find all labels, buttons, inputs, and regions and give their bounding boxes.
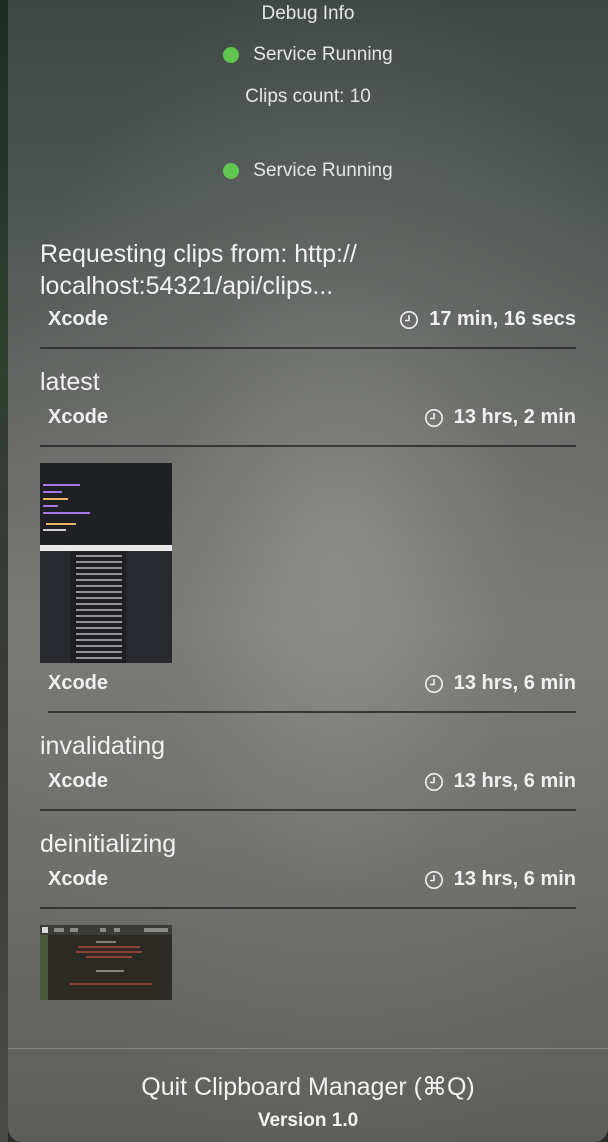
clip-age: 13 hrs, 6 min — [424, 770, 576, 793]
status-dot-icon — [223, 163, 240, 179]
clock-icon — [424, 674, 443, 693]
clip-age-label: 13 hrs, 6 min — [453, 672, 576, 694]
divider — [48, 711, 576, 713]
divider — [40, 445, 576, 447]
quit-button[interactable]: Quit Clipboard Manager (⌘Q) — [8, 1072, 608, 1102]
terminal-screenshot-image — [40, 925, 172, 1000]
version-label: Version 1.0 — [257, 1110, 359, 1131]
clip-age-label: 13 hrs, 6 min — [453, 868, 576, 890]
clip-item-meta: Xcode 13 hrs, 6 min — [48, 770, 576, 793]
clip-image-thumbnail[interactable] — [40, 925, 172, 1000]
divider — [40, 809, 576, 811]
service-status-label: Service Running — [253, 44, 393, 65]
clip-item-meta: Xcode 17 min, 16 secs — [48, 308, 576, 331]
desktop-background-edge — [0, 0, 8, 1142]
service-status-label-2: Service Running — [253, 160, 393, 181]
clock-icon — [424, 772, 443, 791]
clip-image-thumbnail[interactable] — [40, 463, 172, 663]
clock-icon — [424, 408, 443, 427]
divider — [40, 907, 576, 909]
clip-age-label: 17 min, 16 secs — [429, 308, 576, 330]
clip-source-app: Xcode — [48, 770, 109, 792]
clip-source-app: Xcode — [48, 308, 109, 330]
clip-age: 13 hrs, 6 min — [424, 868, 576, 891]
code-screenshot-image — [40, 463, 172, 663]
clock-icon — [400, 310, 419, 329]
clip-item-meta: Xcode 13 hrs, 2 min — [48, 406, 576, 429]
clock-icon — [424, 870, 443, 889]
clip-item-title[interactable]: invalidating — [40, 730, 560, 762]
clip-item-meta: Xcode 13 hrs, 6 min — [48, 868, 576, 891]
debug-info-heading: Debug Info — [261, 3, 355, 24]
clip-age: 13 hrs, 2 min — [424, 406, 576, 429]
clip-age: 13 hrs, 6 min — [424, 672, 576, 695]
status-dot-icon — [223, 47, 240, 63]
clip-source-app: Xcode — [48, 406, 109, 428]
clip-source-app: Xcode — [48, 868, 109, 890]
service-status-row-2: Service Running — [8, 160, 608, 182]
clip-age: 17 min, 16 secs — [399, 308, 576, 331]
clip-age-label: 13 hrs, 6 min — [453, 770, 576, 792]
clips-count-label: Clips count: 10 — [245, 86, 371, 107]
footer-divider — [8, 1048, 608, 1049]
clip-item-meta: Xcode 13 hrs, 6 min — [48, 672, 576, 695]
clip-item-title[interactable]: Requesting clips from: http:// localhost… — [40, 238, 560, 302]
divider — [40, 347, 576, 349]
clipboard-menu-panel: Debug Info Service Running Clips count: … — [8, 0, 608, 1142]
clip-age-label: 13 hrs, 2 min — [453, 406, 576, 428]
clip-item-title[interactable]: latest — [40, 366, 560, 398]
clip-item-title[interactable]: deinitializing — [40, 828, 560, 860]
clip-source-app: Xcode — [48, 672, 109, 694]
service-status-row: Service Running — [8, 44, 608, 66]
